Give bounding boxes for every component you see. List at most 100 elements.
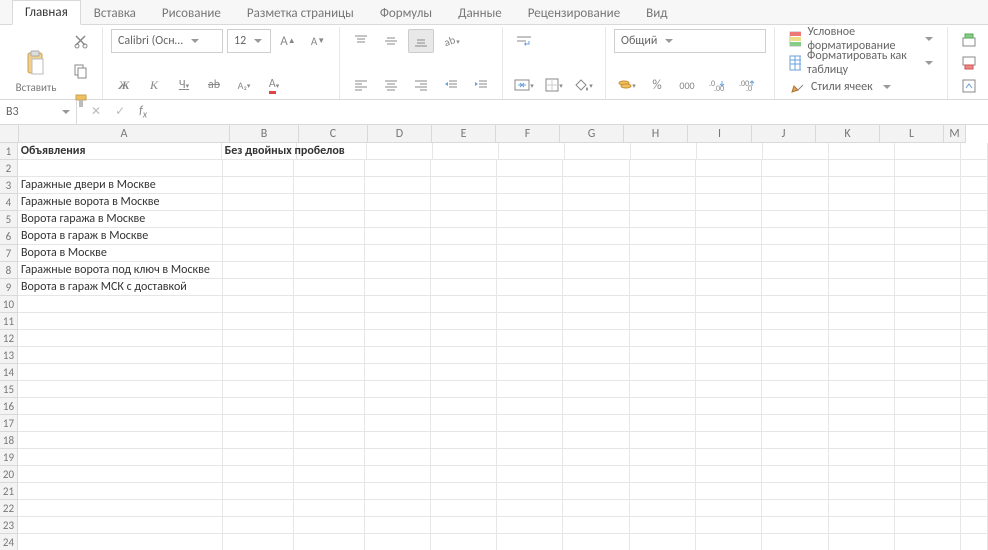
cell-C1[interactable] [297, 143, 368, 160]
cell-K18[interactable] [829, 432, 895, 449]
col-header-D[interactable]: D [368, 125, 432, 143]
row-header-3[interactable]: 3 [0, 177, 18, 194]
cell-L3[interactable] [895, 177, 961, 194]
row-header-21[interactable]: 21 [0, 483, 18, 500]
cell-E22[interactable] [431, 500, 497, 517]
cell-C23[interactable] [294, 517, 365, 534]
increase-indent-icon[interactable] [468, 73, 494, 97]
cell-B7[interactable] [223, 245, 294, 262]
cell-H2[interactable] [630, 160, 696, 177]
borders-icon[interactable]: ▾ [541, 73, 567, 97]
percent-icon[interactable]: % [644, 73, 670, 97]
cell-G6[interactable] [563, 228, 629, 245]
cell-L7[interactable] [895, 245, 961, 262]
cell-I18[interactable] [696, 432, 762, 449]
cell-I17[interactable] [696, 415, 762, 432]
cell-B24[interactable] [223, 534, 294, 550]
cell-H17[interactable] [630, 415, 696, 432]
cell-A16[interactable] [18, 398, 223, 415]
cell-G13[interactable] [563, 347, 629, 364]
decrease-font-icon[interactable]: A▼ [305, 29, 331, 53]
cell-C13[interactable] [294, 347, 365, 364]
tab-0[interactable]: Главная [12, 0, 81, 25]
cell-K5[interactable] [829, 211, 895, 228]
wrap-text-icon[interactable] [511, 29, 537, 53]
cell-J14[interactable] [762, 364, 828, 381]
cell-C18[interactable] [294, 432, 365, 449]
row-header-7[interactable]: 7 [0, 245, 18, 262]
cell-H16[interactable] [630, 398, 696, 415]
cell-H24[interactable] [630, 534, 696, 550]
cell-H20[interactable] [630, 466, 696, 483]
cell-C6[interactable] [294, 228, 365, 245]
cell-G8[interactable] [563, 262, 629, 279]
row-header-9[interactable]: 9 [0, 279, 18, 296]
cell-B6[interactable] [223, 228, 294, 245]
cell-B13[interactable] [223, 347, 294, 364]
cell-M12[interactable] [961, 330, 988, 347]
cell-G1[interactable] [565, 143, 631, 160]
cell-B14[interactable] [223, 364, 294, 381]
tab-6[interactable]: Рецензирование [515, 1, 633, 25]
cell-E7[interactable] [431, 245, 497, 262]
cell-I11[interactable] [696, 313, 762, 330]
currency-icon[interactable]: ▾ [614, 73, 640, 97]
cell-L4[interactable] [895, 194, 961, 211]
cell-D5[interactable] [365, 211, 431, 228]
row-header-19[interactable]: 19 [0, 449, 18, 466]
comma-icon[interactable]: 000 [674, 73, 700, 97]
cell-D19[interactable] [365, 449, 431, 466]
cell-I12[interactable] [696, 330, 762, 347]
cell-C20[interactable] [294, 466, 365, 483]
cell-G19[interactable] [563, 449, 629, 466]
cell-F1[interactable] [499, 143, 565, 160]
col-header-I[interactable]: I [688, 125, 752, 143]
increase-font-icon[interactable]: A▲ [275, 29, 301, 53]
cell-D6[interactable] [365, 228, 431, 245]
cell-K16[interactable] [829, 398, 895, 415]
cell-D23[interactable] [365, 517, 431, 534]
cell-B4[interactable] [223, 194, 294, 211]
cell-F5[interactable] [497, 211, 563, 228]
cell-L15[interactable] [895, 381, 961, 398]
cell-D15[interactable] [365, 381, 431, 398]
cell-K1[interactable] [829, 143, 895, 160]
align-left-icon[interactable] [348, 73, 374, 97]
cell-F7[interactable] [497, 245, 563, 262]
cell-K6[interactable] [829, 228, 895, 245]
cut-icon[interactable] [68, 29, 94, 53]
cell-K4[interactable] [829, 194, 895, 211]
cell-K13[interactable] [829, 347, 895, 364]
cell-C5[interactable] [294, 211, 365, 228]
cell-G2[interactable] [563, 160, 629, 177]
cell-F6[interactable] [497, 228, 563, 245]
cell-F17[interactable] [497, 415, 563, 432]
cell-E5[interactable] [431, 211, 497, 228]
cell-G22[interactable] [563, 500, 629, 517]
cell-A8[interactable]: Гаражные ворота под ключ в Москве [18, 262, 223, 279]
increase-decimal-icon[interactable]: .0.00 [704, 73, 730, 97]
cell-M8[interactable] [961, 262, 988, 279]
cell-H23[interactable] [630, 517, 696, 534]
cell-J2[interactable] [762, 160, 828, 177]
cell-J21[interactable] [762, 483, 828, 500]
cell-J15[interactable] [762, 381, 828, 398]
row-header-10[interactable]: 10 [0, 296, 18, 313]
cell-C15[interactable] [294, 381, 365, 398]
col-header-C[interactable]: C [299, 125, 368, 143]
cell-F3[interactable] [497, 177, 563, 194]
cell-D13[interactable] [365, 347, 431, 364]
cell-I16[interactable] [696, 398, 762, 415]
cell-I20[interactable] [696, 466, 762, 483]
cell-M19[interactable] [961, 449, 988, 466]
cell-E18[interactable] [431, 432, 497, 449]
cell-M18[interactable] [961, 432, 988, 449]
cell-H5[interactable] [630, 211, 696, 228]
tab-7[interactable]: Вид [633, 1, 680, 25]
cell-M10[interactable] [961, 296, 988, 313]
cell-D20[interactable] [365, 466, 431, 483]
cell-I19[interactable] [696, 449, 762, 466]
align-center-icon[interactable] [378, 73, 404, 97]
cell-K19[interactable] [829, 449, 895, 466]
cell-H13[interactable] [630, 347, 696, 364]
